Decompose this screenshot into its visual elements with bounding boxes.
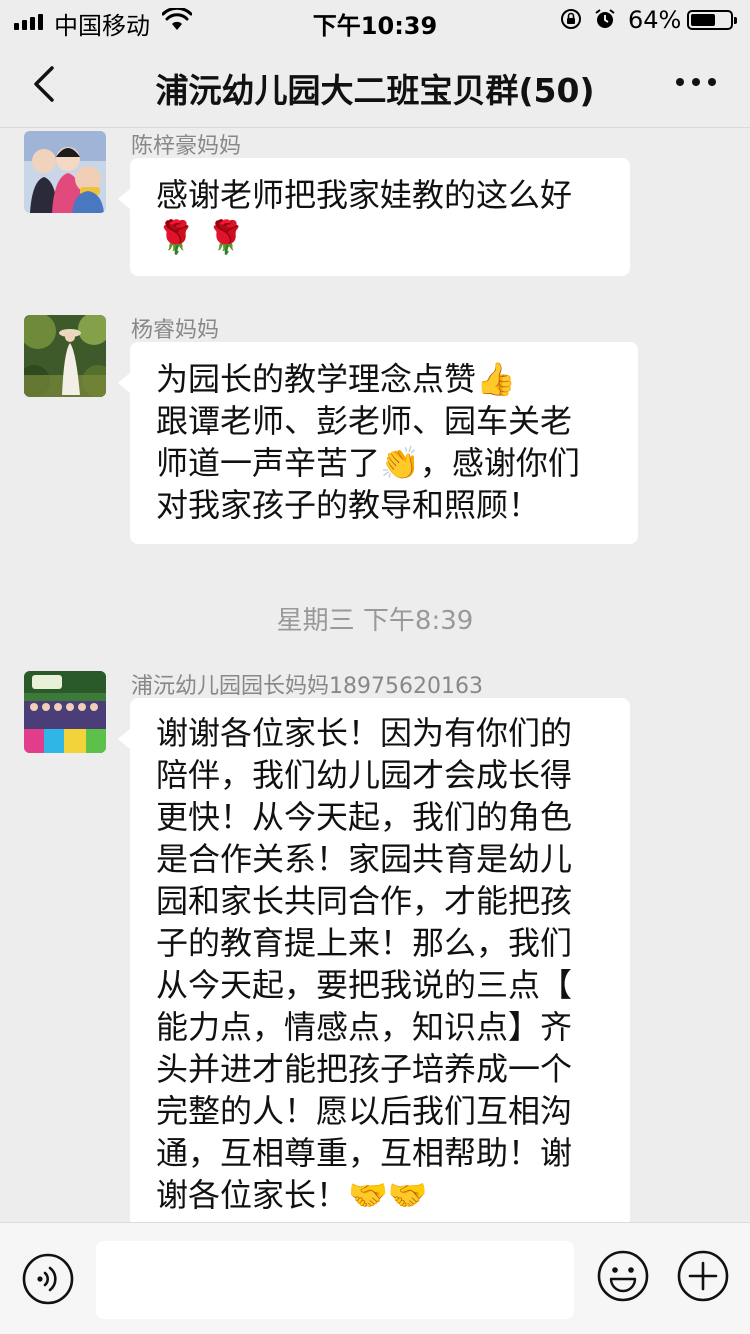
message-line: 师道一声辛苦了👏，感谢你们: [156, 444, 580, 482]
message-bubble[interactable]: 谢谢各位家长！因为有你们的 陪伴，我们幼儿园才会成长得 更快！从今天起，我们的角…: [118, 698, 630, 1222]
message-line: 为园长的教学理念点赞👍: [156, 360, 516, 398]
chat-title: 浦沅幼儿园大二班宝贝群(50): [155, 71, 595, 110]
battery-icon: [687, 10, 737, 30]
nav-bar: 浦沅幼儿园大二班宝贝群(50): [0, 40, 750, 128]
status-bar: 中国移动 下午10:39 64%: [0, 0, 750, 40]
alarm-icon: [595, 9, 615, 28]
battery-percent: 64%: [628, 6, 682, 34]
message-line: 通，互相尊重，互相帮助！谢: [156, 1134, 573, 1172]
kindergarten-group-avatar: [24, 671, 106, 753]
orientation-lock-icon: [561, 9, 581, 29]
message-line: 完整的人！愿以后我们互相沟: [156, 1092, 573, 1130]
message-bubble[interactable]: 感谢老师把我家娃教的这么好 🌹 🌹: [118, 158, 630, 276]
sender-name: 陈梓豪妈妈: [131, 134, 242, 159]
message-line: 更快！从今天起，我们的角色: [156, 798, 573, 836]
sender-name: 浦沅幼儿园园长妈妈18975620163: [131, 674, 483, 699]
family-photo-avatar: [24, 131, 106, 213]
avatar[interactable]: [24, 671, 106, 753]
voice-icon[interactable]: [22, 1253, 74, 1305]
message-line: 能力点，情感点，知识点】齐: [156, 1008, 573, 1046]
timestamp: 星期三 下午8:39: [276, 606, 474, 636]
message-line: 跟谭老师、彭老师、园车关老: [156, 402, 573, 440]
input-bar: [0, 1222, 750, 1334]
garden-lady-avatar: [24, 315, 106, 397]
message-line: 🌹 🌹: [156, 218, 246, 256]
chat-area[interactable]: 陈梓豪妈妈 感谢老师把我家娃教的这么好 🌹 🌹 杨睿妈妈 为园长的教学理念点赞👍: [0, 128, 750, 1222]
message-line: 子的教育提上来！那么，我们: [156, 924, 573, 962]
avatar[interactable]: [24, 315, 106, 397]
message-input[interactable]: [96, 1241, 574, 1319]
message-line: 谢各位家长！🤝🤝: [156, 1176, 428, 1214]
message-line: 对我家孩子的教导和照顾！: [156, 486, 541, 524]
message-line: 从今天起，要把我说的三点【: [156, 966, 573, 1004]
emoji-icon[interactable]: [596, 1249, 650, 1303]
plus-icon[interactable]: [676, 1249, 730, 1303]
message-line: 谢谢各位家长！因为有你们的: [156, 714, 573, 752]
message-line: 陪伴，我们幼儿园才会成长得: [156, 756, 573, 794]
message-line: 园和家长共同合作，才能把孩: [156, 882, 573, 920]
sender-name: 杨睿妈妈: [131, 318, 220, 343]
message-line: 头并进才能把孩子培养成一个: [156, 1050, 573, 1088]
message-bubble[interactable]: 为园长的教学理念点赞👍 跟谭老师、彭老师、园车关老 师道一声辛苦了👏，感谢你们 …: [118, 342, 638, 544]
message-line: 是合作关系！家园共育是幼儿: [156, 840, 573, 878]
more-dots-icon[interactable]: [676, 78, 716, 88]
avatar[interactable]: [24, 131, 106, 213]
message-line: 感谢老师把我家娃教的这么好: [156, 176, 573, 214]
